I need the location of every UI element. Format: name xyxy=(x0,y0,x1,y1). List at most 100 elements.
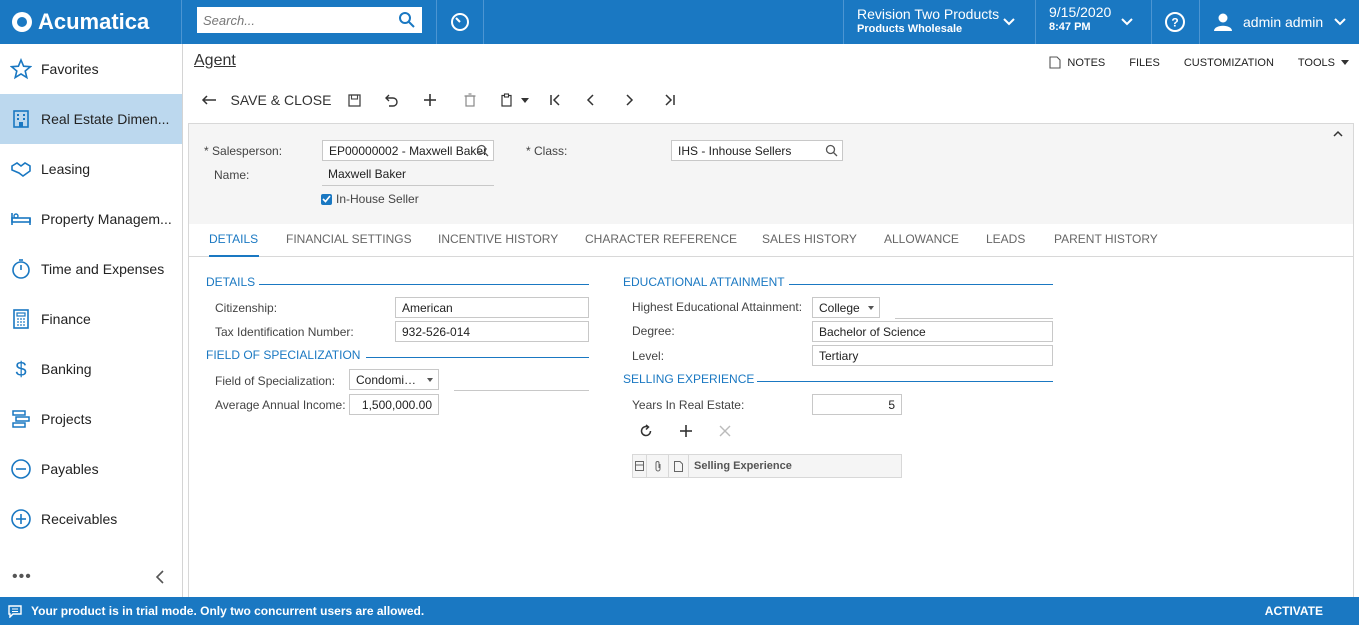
delete-row-icon[interactable] xyxy=(719,425,731,437)
average-income-field[interactable]: 1,500,000.00 xyxy=(349,394,439,415)
collapse-sidebar-icon[interactable] xyxy=(155,570,165,584)
name-label: Name: xyxy=(214,168,250,182)
grid-toolbar xyxy=(639,424,731,438)
sidebar-item-payables[interactable]: Payables xyxy=(0,444,182,494)
level-field[interactable]: Tertiary xyxy=(812,345,1053,366)
recent-history-button[interactable] xyxy=(436,0,483,44)
user-name: admin admin xyxy=(1243,14,1324,30)
caret-down-icon xyxy=(521,97,529,103)
sidebar-item-banking[interactable]: $ Banking xyxy=(0,344,182,394)
average-income-label: Average Annual Income: xyxy=(215,398,346,412)
tab-allowance[interactable]: ALLOWANCE xyxy=(884,224,959,257)
highest-attainment-dropdown[interactable]: College xyxy=(812,297,880,318)
help-icon: ? xyxy=(1165,12,1185,32)
citizenship-field[interactable]: American xyxy=(395,297,589,318)
logo[interactable]: Acumatica xyxy=(0,0,182,44)
grid-col-notes[interactable] xyxy=(669,455,689,477)
next-record-button[interactable] xyxy=(610,86,650,114)
sidebar-item-finance[interactable]: Finance xyxy=(0,294,182,344)
tin-value: 932-526-014 xyxy=(402,325,471,339)
name-field[interactable]: Maxwell Baker xyxy=(322,164,494,186)
degree-field[interactable]: Bachelor of Science xyxy=(812,321,1053,342)
save-close-button[interactable]: SAVE & CLOSE xyxy=(224,86,338,114)
more-icon[interactable]: ••• xyxy=(12,568,32,586)
save-button[interactable] xyxy=(338,86,370,114)
tin-field[interactable]: 932-526-014 xyxy=(395,321,589,342)
tab-parent-history[interactable]: PARENT HISTORY xyxy=(1054,224,1158,257)
field-underline xyxy=(454,390,589,391)
search-icon xyxy=(825,144,838,157)
degree-value: Bachelor of Science xyxy=(819,325,926,339)
sidebar-footer: ••• xyxy=(0,557,183,597)
sidebar-item-property-management[interactable]: Property Managem... xyxy=(0,194,182,244)
company-selector[interactable]: Revision Two Products Products Wholesale xyxy=(843,0,1035,44)
notes-link[interactable]: NOTES xyxy=(1049,56,1105,69)
grid-col-selling-experience[interactable]: Selling Experience xyxy=(689,460,792,472)
sidebar-item-leasing[interactable]: Leasing xyxy=(0,144,182,194)
customization-link[interactable]: CUSTOMIZATION xyxy=(1184,56,1274,69)
name-value: Maxwell Baker xyxy=(328,167,407,181)
header-panel: Salesperson: EP00000002 - Maxwell Baker … xyxy=(189,124,1353,224)
copy-paste-button[interactable] xyxy=(490,86,540,114)
grid-col-files[interactable] xyxy=(647,455,669,477)
business-date-selector[interactable]: 9/15/2020 8:47 PM xyxy=(1035,0,1151,44)
search-input[interactable] xyxy=(197,8,392,32)
customization-label: CUSTOMIZATION xyxy=(1183,56,1274,69)
class-selector[interactable]: IHS - Inhouse Sellers xyxy=(671,140,843,161)
tab-details[interactable]: DETAILS xyxy=(209,224,259,257)
previous-record-button[interactable] xyxy=(570,86,610,114)
add-button[interactable] xyxy=(410,86,450,114)
specialization-section-header: FIELD OF SPECIALIZATION xyxy=(206,348,360,362)
sidebar-item-projects[interactable]: Projects xyxy=(0,394,182,444)
search-box[interactable] xyxy=(197,7,422,33)
checkbox-checked-icon xyxy=(321,193,332,205)
sidebar-item-label: Banking xyxy=(41,361,92,377)
screen-links: NOTES FILES CUSTOMIZATION TOOLS xyxy=(1049,56,1359,69)
cancel-button[interactable] xyxy=(370,86,410,114)
activate-button[interactable]: ACTIVATE xyxy=(1265,604,1323,618)
back-arrow-icon xyxy=(201,95,216,105)
last-record-button[interactable] xyxy=(650,86,690,114)
inhouse-seller-checkbox[interactable]: In-House Seller xyxy=(321,192,419,206)
back-button[interactable] xyxy=(194,86,224,114)
files-link[interactable]: FILES xyxy=(1129,56,1160,69)
years-field[interactable]: 5 xyxy=(812,394,902,415)
search-icon xyxy=(476,144,489,157)
help-button[interactable]: ? xyxy=(1151,0,1199,44)
add-row-icon[interactable] xyxy=(679,424,693,438)
salesperson-selector[interactable]: EP00000002 - Maxwell Baker xyxy=(322,140,494,161)
chevron-down-icon xyxy=(1121,18,1133,26)
note-icon xyxy=(1049,56,1061,69)
plus-circle-icon xyxy=(11,509,31,529)
divider xyxy=(483,0,484,44)
chevron-right-icon xyxy=(626,94,634,106)
tab-character-reference[interactable]: CHARACTER REFERENCE xyxy=(585,224,737,257)
clipboard-icon xyxy=(501,93,512,107)
field-of-specialization-dropdown[interactable]: Condominium xyxy=(349,369,439,390)
sidebar-item-label: Real Estate Dimen... xyxy=(41,111,170,127)
history-icon xyxy=(450,13,469,31)
sidebar-item-time-and-expenses[interactable]: Time and Expenses xyxy=(0,244,182,294)
search-icon[interactable] xyxy=(398,11,416,29)
sidebar-item-label: Receivables xyxy=(41,511,118,527)
sidebar-item-favorites[interactable]: Favorites xyxy=(0,44,182,94)
tab-leads[interactable]: LEADS xyxy=(986,224,1025,257)
sidebar-item-receivables[interactable]: Receivables xyxy=(0,494,182,544)
user-menu[interactable]: admin admin xyxy=(1199,0,1359,44)
tab-incentive-history[interactable]: INCENTIVE HISTORY xyxy=(438,224,558,257)
highest-attainment-label: Highest Educational Attainment: xyxy=(632,300,803,314)
tools-link[interactable]: TOOLS xyxy=(1298,56,1349,69)
tab-sales-history[interactable]: SALES HISTORY xyxy=(762,224,857,257)
tab-financial-settings[interactable]: FINANCIAL SETTINGS xyxy=(286,224,412,257)
delete-button[interactable] xyxy=(450,86,490,114)
collapse-header-icon[interactable] xyxy=(1333,130,1343,137)
refresh-icon[interactable] xyxy=(639,424,653,438)
sidebar-item-real-estate-dimensions[interactable]: Real Estate Dimen... xyxy=(0,94,182,144)
save-close-label: SAVE & CLOSE xyxy=(230,92,332,108)
page-title[interactable]: Agent xyxy=(194,52,236,70)
trash-icon xyxy=(464,93,476,107)
grid-col-select[interactable] xyxy=(633,455,647,477)
first-record-button[interactable] xyxy=(540,86,570,114)
salesperson-value: EP00000002 - Maxwell Baker xyxy=(329,144,488,158)
minus-circle-icon xyxy=(11,459,31,479)
